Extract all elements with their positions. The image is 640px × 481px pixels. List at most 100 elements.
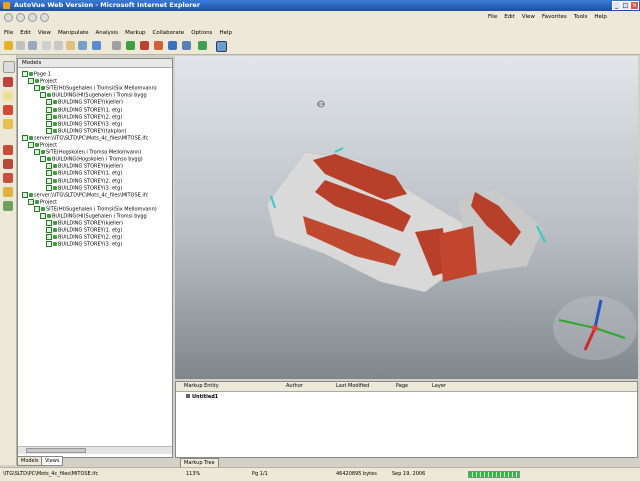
tree-horizontal-scrollbar[interactable] bbox=[18, 446, 172, 454]
arrow-icon[interactable] bbox=[3, 61, 15, 73]
ie-menu-edit[interactable]: Edit bbox=[504, 14, 515, 20]
tree-node[interactable]: BUILDING STOREY(takplan) bbox=[46, 127, 126, 135]
markup-pen-icon[interactable] bbox=[3, 77, 13, 87]
tree-checkbox[interactable] bbox=[46, 241, 52, 248]
select-icon[interactable] bbox=[42, 41, 51, 50]
dimension-icon[interactable] bbox=[3, 201, 13, 211]
text-icon[interactable] bbox=[3, 119, 13, 129]
fit-icon[interactable] bbox=[92, 41, 101, 50]
scrollbar-thumb[interactable] bbox=[26, 448, 86, 453]
tree-node[interactable]: BUILDING STOREY(kjeller) bbox=[46, 99, 123, 106]
tree-node[interactable]: Project bbox=[28, 198, 57, 206]
menu-markup[interactable]: Markup bbox=[125, 30, 145, 36]
pan-icon[interactable] bbox=[66, 41, 75, 50]
properties-icon[interactable] bbox=[28, 41, 37, 50]
tree-node[interactable]: SITE(HI)Sugehalen i Tromsi(Six Mellomvan… bbox=[34, 85, 157, 92]
open-icon[interactable] bbox=[4, 41, 13, 50]
ie-menu-favorites[interactable]: Favorites bbox=[542, 14, 567, 20]
highlight-icon[interactable] bbox=[3, 105, 13, 115]
tree-node[interactable]: Project bbox=[28, 78, 57, 85]
tree-checkbox[interactable] bbox=[46, 127, 52, 134]
tree-node[interactable]: BUILDING STOREY(2. etg) bbox=[46, 113, 122, 121]
3d-viewer[interactable] bbox=[175, 56, 638, 379]
tree-node[interactable]: BUILDING(HI)Sugehalen i Tromsi bygg bbox=[40, 92, 147, 99]
print-icon[interactable] bbox=[16, 41, 25, 50]
views-icon[interactable] bbox=[182, 41, 191, 50]
menu-view[interactable]: View bbox=[38, 30, 51, 36]
ie-menu-file[interactable]: File bbox=[488, 14, 497, 20]
tree-checkbox[interactable] bbox=[28, 198, 34, 205]
tree-checkbox[interactable] bbox=[40, 92, 46, 99]
tree-checkbox[interactable] bbox=[22, 191, 28, 198]
section-icon[interactable] bbox=[140, 41, 149, 50]
menu-analysis[interactable]: Analysis bbox=[95, 30, 118, 36]
tree-node[interactable]: Project bbox=[28, 142, 57, 149]
back-icon[interactable] bbox=[4, 13, 13, 22]
tree-node[interactable]: BUILDING(HI)Sugehalen i Tromsi bygg bbox=[40, 213, 147, 220]
tree-node[interactable]: BUILDING STOREY(3. etg) bbox=[46, 241, 122, 248]
tree-checkbox[interactable] bbox=[34, 85, 40, 92]
tree-checkbox[interactable] bbox=[46, 227, 52, 234]
tree-checkbox[interactable] bbox=[28, 142, 34, 148]
ie-menu-view[interactable]: View bbox=[522, 14, 535, 20]
markup-row[interactable]: Untitled1 bbox=[186, 394, 218, 400]
tree-checkbox[interactable] bbox=[46, 184, 52, 191]
tree-checkbox[interactable] bbox=[46, 177, 52, 184]
refresh-icon[interactable] bbox=[40, 13, 49, 22]
maximize-button[interactable]: □ bbox=[621, 1, 630, 10]
tree-node[interactable]: BUILDING STOREY(1. etg) bbox=[46, 170, 122, 177]
menu-help[interactable]: Help bbox=[219, 30, 232, 36]
camera-icon[interactable] bbox=[168, 41, 177, 50]
render-icon[interactable] bbox=[126, 41, 135, 50]
cloud-icon[interactable] bbox=[3, 173, 13, 183]
forward-icon[interactable] bbox=[16, 13, 25, 22]
col-layer[interactable]: Layer bbox=[432, 383, 446, 389]
line-icon[interactable] bbox=[3, 145, 13, 155]
rotate-icon[interactable] bbox=[78, 41, 87, 50]
tree-node[interactable]: BUILDING STOREY(1. etg) bbox=[46, 227, 122, 234]
menu-file[interactable]: File bbox=[4, 30, 13, 36]
ie-menu-help[interactable]: Help bbox=[594, 14, 607, 20]
tab-models[interactable]: Models bbox=[17, 456, 43, 466]
explode-icon[interactable] bbox=[154, 41, 163, 50]
tree-checkbox[interactable] bbox=[28, 78, 34, 85]
close-button[interactable]: × bbox=[630, 1, 639, 10]
col-last-modified[interactable]: Last Modified bbox=[336, 383, 369, 389]
tree-node[interactable]: BUILDING STOREY(3. etg) bbox=[46, 184, 122, 192]
tree-checkbox[interactable] bbox=[46, 120, 52, 127]
stop-icon[interactable] bbox=[28, 13, 37, 22]
axis-triad-icon[interactable] bbox=[553, 296, 637, 360]
note-icon[interactable] bbox=[3, 91, 13, 101]
menu-manipulate[interactable]: Manipulate bbox=[58, 30, 89, 36]
tree-node[interactable]: SITE(Hogskolen i Tromso Mellomvann) bbox=[34, 149, 141, 156]
tree-node[interactable]: BUILDING STOREY(1. etg) bbox=[46, 106, 122, 114]
tree-checkbox[interactable] bbox=[46, 163, 52, 170]
walk-icon[interactable] bbox=[112, 41, 121, 50]
tree-node[interactable]: BUILDING STOREY(kjeller) bbox=[46, 163, 123, 170]
tree-checkbox[interactable] bbox=[46, 170, 52, 177]
col-author[interactable]: Author bbox=[286, 383, 303, 389]
tree-checkbox[interactable] bbox=[22, 134, 28, 141]
tree-node[interactable]: BUILDING STOREY(2. etg) bbox=[46, 234, 122, 241]
tree-node[interactable]: SITE(HI)Sugehalen i Tromsi(Six Mellomvan… bbox=[34, 205, 157, 213]
menu-options[interactable]: Options bbox=[191, 30, 212, 36]
building-model[interactable] bbox=[175, 56, 638, 379]
tree-node[interactable]: BUILDING STOREY(3. etg) bbox=[46, 120, 122, 128]
tree-node[interactable]: BUILDING STOREY(2. etg) bbox=[46, 177, 122, 185]
tree-checkbox[interactable] bbox=[46, 99, 52, 106]
tree-checkbox[interactable] bbox=[46, 106, 52, 113]
tree-checkbox[interactable] bbox=[40, 156, 46, 163]
arc-icon[interactable] bbox=[3, 159, 13, 169]
col-page[interactable]: Page bbox=[396, 383, 408, 389]
tree-checkbox[interactable] bbox=[34, 149, 40, 156]
menu-edit[interactable]: Edit bbox=[20, 30, 31, 36]
zoom-icon[interactable] bbox=[54, 41, 63, 50]
tree-checkbox[interactable] bbox=[46, 113, 52, 120]
tree-checkbox[interactable] bbox=[34, 205, 40, 212]
tree-checkbox[interactable] bbox=[22, 71, 28, 77]
tree-node[interactable]: BUILDING(Hogskolen i Tromso bygg) bbox=[40, 156, 143, 163]
tree-checkbox[interactable] bbox=[40, 213, 46, 219]
col-markup-entity[interactable]: Markup Entity bbox=[184, 383, 219, 389]
measure-icon[interactable] bbox=[198, 41, 207, 50]
ie-menu-tools[interactable]: Tools bbox=[574, 14, 588, 20]
